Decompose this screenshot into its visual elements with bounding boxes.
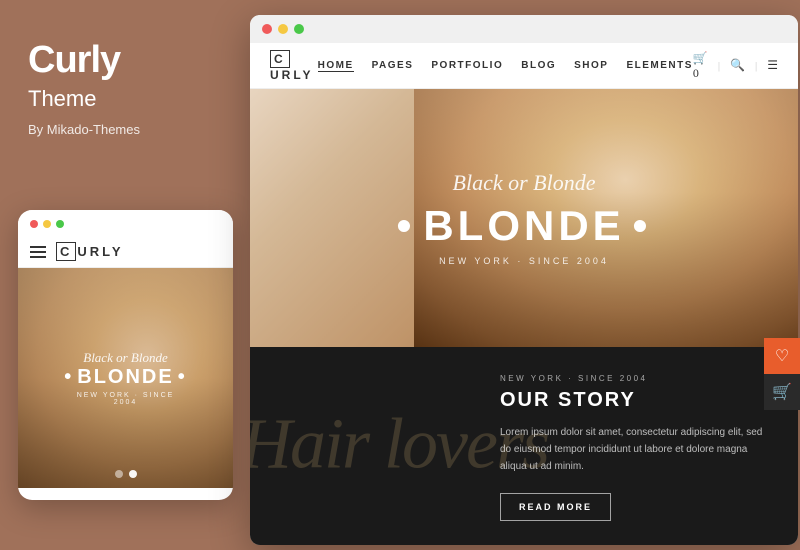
mobile-dot-red <box>30 220 38 228</box>
mobile-mockup: CURLY Black or Blonde • BLONDE • NEW YOR… <box>18 210 233 500</box>
desktop-logo-box: C <box>270 50 290 68</box>
desktop-story-section: Hair lovers NEW YORK · SINCE 2004 OUR ST… <box>250 347 798 545</box>
mobile-traffic-lights <box>30 220 64 228</box>
desktop-dot-yellow[interactable] <box>278 24 288 34</box>
fab-cart-button[interactable]: 🛒 <box>764 374 800 410</box>
desktop-story-body: Lorem ipsum dolor sit amet, consectetur … <box>500 424 768 475</box>
mobile-hamburger-icon[interactable] <box>30 246 46 258</box>
mobile-hero-cursive: Black or Blonde <box>64 350 186 366</box>
desktop-hero: Black or Blonde • BLONDE • NEW YORK · SI… <box>250 89 798 347</box>
mobile-logo-box: C <box>56 242 76 261</box>
desktop-dot-red[interactable] <box>262 24 272 34</box>
sidebar-subtitle: Theme <box>28 86 220 112</box>
nav-item-elements[interactable]: ELEMENTS <box>626 60 692 71</box>
desktop-story-content: NEW YORK · SINCE 2004 OUR STORY Lorem ip… <box>500 374 768 521</box>
desktop-hero-text: Black or Blonde • BLONDE • NEW YORK · SI… <box>397 170 652 266</box>
mobile-hero-dot-right: • <box>178 366 187 389</box>
mobile-header <box>18 210 233 236</box>
desktop-nav-logo: CURLY <box>270 50 318 82</box>
desktop-hero-location: NEW YORK · SINCE 2004 <box>397 256 652 266</box>
desktop-hero-title: BLONDE <box>423 202 624 250</box>
mobile-indicator-1[interactable] <box>115 470 123 478</box>
desktop-titlebar <box>250 15 798 43</box>
menu-icon[interactable]: ☰ <box>767 58 778 73</box>
sidebar-title: Curly <box>28 39 120 81</box>
nav-item-home[interactable]: HOME <box>318 60 354 72</box>
desktop-hero-blonde: • BLONDE • <box>397 202 652 250</box>
mobile-indicator-2[interactable] <box>129 470 137 478</box>
desktop-dot-green[interactable] <box>294 24 304 34</box>
fab-container: ♡ 🛒 <box>764 338 800 410</box>
desktop-hero-dot-right: • <box>633 202 652 250</box>
mobile-hero-dot-left: • <box>64 366 73 389</box>
desktop-story-title: OUR STORY <box>500 389 768 412</box>
nav-item-shop[interactable]: SHOP <box>574 60 608 71</box>
cart-icon[interactable]: 🛒 0 <box>693 51 708 81</box>
mobile-hero-text: Black or Blonde • BLONDE • NEW YORK · SI… <box>64 350 186 406</box>
desktop-nav-icons: 🛒 0 | 🔍 | ☰ <box>693 51 778 81</box>
desktop-hero-dot-left: • <box>397 202 416 250</box>
search-icon[interactable]: 🔍 <box>730 58 745 73</box>
read-more-button[interactable]: READ MORE <box>500 493 611 521</box>
nav-item-pages[interactable]: PAGES <box>372 60 414 71</box>
mobile-logo: CURLY <box>56 242 124 261</box>
mobile-dot-yellow <box>43 220 51 228</box>
nav-item-blog[interactable]: BLOG <box>521 60 556 71</box>
desktop-hero-cursive: Black or Blonde <box>397 170 652 196</box>
mobile-hero-title: BLONDE <box>77 366 173 389</box>
sidebar-by: By Mikado-Themes <box>28 122 220 137</box>
mobile-hero-location: NEW YORK · SINCE 2004 <box>64 392 186 406</box>
mobile-slide-indicators <box>115 470 137 478</box>
desktop-nav-menu: HOME PAGES PORTFOLIO BLOG SHOP ELEMENTS <box>318 60 693 72</box>
desktop-mockup: CURLY HOME PAGES PORTFOLIO BLOG SHOP ELE… <box>250 15 798 545</box>
mobile-dot-green <box>56 220 64 228</box>
nav-item-portfolio[interactable]: PORTFOLIO <box>431 60 503 71</box>
mobile-hero: Black or Blonde • BLONDE • NEW YORK · SI… <box>18 268 233 488</box>
desktop-nav: CURLY HOME PAGES PORTFOLIO BLOG SHOP ELE… <box>250 43 798 89</box>
fab-wishlist-button[interactable]: ♡ <box>764 338 800 374</box>
mobile-hero-blonde: • BLONDE • <box>64 366 186 389</box>
desktop-story-location: NEW YORK · SINCE 2004 <box>500 374 768 383</box>
